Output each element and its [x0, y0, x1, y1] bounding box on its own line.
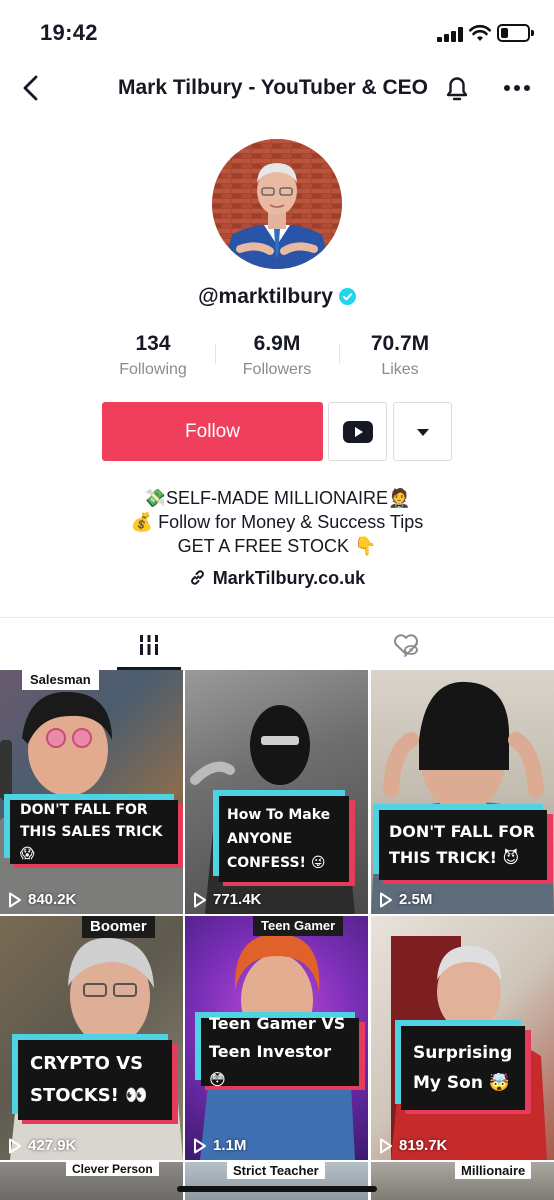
video-tile[interactable]: Strict Teacher — [185, 1162, 368, 1200]
video-tile[interactable]: Surprising My Son 🤯 819.7K — [371, 916, 554, 1160]
play-count-value: 1.1M — [213, 1137, 247, 1154]
likes-count: 70.7M — [370, 332, 430, 355]
nav-bar: Mark Tilbury - YouTuber & CEO — [0, 62, 554, 114]
caption-line: STOCKS! 👀 — [30, 1085, 148, 1106]
video-tile[interactable]: Salesman DON'T FALL FOR THIS SALES TRICK… — [0, 670, 183, 914]
caption-line: THIS TRICK! 😈 — [389, 848, 520, 867]
followers-label: Followers — [242, 361, 312, 378]
avatar[interactable] — [212, 139, 342, 269]
stat-followers[interactable]: 6.9M Followers — [217, 332, 337, 379]
video-caption: CRYPTO VS STOCKS! 👀 — [18, 1040, 172, 1120]
youtube-icon — [342, 420, 373, 443]
video-tag: Boomer — [82, 916, 155, 938]
play-count-value: 771.4K — [213, 891, 262, 908]
video-caption: How To Make ANYONE CONFESS! 😜 — [219, 796, 349, 882]
video-caption: Surprising My Son 🤯 — [401, 1026, 525, 1110]
profile-photo — [212, 139, 342, 269]
status-bar: 19:42 — [0, 0, 554, 62]
bio: 💸SELF-MADE MILLIONAIRE🤵 💰 Follow for Mon… — [0, 486, 554, 558]
caption-line: Teen Investor 😳 — [209, 1042, 332, 1089]
youtube-link-button[interactable] — [328, 402, 387, 461]
caption-line: How To Make — [227, 807, 331, 823]
liked-hidden-heart-icon — [393, 633, 418, 657]
video-tile[interactable]: Millionaire — [371, 1162, 554, 1200]
video-tag: Teen Gamer — [253, 916, 344, 936]
username: @marktilbury — [198, 285, 333, 308]
home-indicator[interactable] — [177, 1186, 377, 1192]
play-icon — [9, 892, 21, 907]
follow-button[interactable]: Follow — [102, 402, 323, 461]
cellular-signal-icon — [437, 26, 463, 42]
play-icon — [380, 892, 392, 907]
tab-videos[interactable] — [10, 618, 287, 671]
bio-line: GET A FREE STOCK 👇 — [177, 536, 377, 556]
following-label: Following — [119, 361, 187, 378]
video-tag: Salesman — [22, 670, 99, 690]
video-thumbnail-figure — [0, 691, 183, 914]
video-tile[interactable]: DON'T FALL FOR THIS TRICK! 😈 2.5M — [371, 670, 554, 914]
suggested-accounts-dropdown-button[interactable] — [393, 402, 452, 461]
play-icon — [194, 1138, 206, 1153]
status-time: 19:42 — [40, 20, 98, 45]
videos-grid-icon — [137, 634, 160, 655]
bio-link[interactable]: MarkTilbury.co.uk — [0, 568, 554, 589]
video-tile[interactable]: Boomer CRYPTO VS STOCKS! 👀 427.9K — [0, 916, 183, 1160]
play-count: 1.1M — [193, 1137, 246, 1154]
tab-liked[interactable] — [267, 618, 544, 671]
play-count-value: 819.7K — [399, 1137, 448, 1154]
following-count: 134 — [135, 332, 171, 355]
profile-tabs — [0, 617, 554, 670]
video-tile[interactable]: How To Make ANYONE CONFESS! 😜 771.4K — [185, 670, 368, 914]
notification-bell-button[interactable] — [442, 72, 472, 104]
caption-line: CRYPTO VS — [30, 1053, 144, 1074]
bio-line: 💰 Follow for Money & Success Tips — [130, 512, 424, 532]
video-tag: Strict Teacher — [227, 1162, 325, 1179]
play-icon — [194, 892, 206, 907]
link-icon — [190, 570, 204, 585]
battery-icon — [497, 24, 534, 42]
video-tag: Clever Person — [66, 1162, 159, 1176]
caption-line: DON'T FALL FOR — [389, 822, 535, 841]
play-count-value: 427.9K — [28, 1137, 77, 1154]
bio-line: 💸SELF-MADE MILLIONAIRE🤵 — [143, 488, 411, 508]
caption-line: CONFESS! 😜 — [227, 855, 326, 871]
play-count-value: 2.5M — [399, 891, 433, 908]
bio-link-text: MarkTilbury.co.uk — [212, 568, 366, 588]
more-options-button[interactable] — [500, 72, 534, 104]
followers-count: 6.9M — [253, 332, 301, 355]
wifi-icon — [469, 24, 491, 41]
video-grid: Salesman DON'T FALL FOR THIS SALES TRICK… — [0, 670, 554, 1200]
caption-line: THIS SALES TRICK😱 — [20, 824, 163, 862]
play-count: 2.5M — [379, 891, 432, 908]
caption-line: My Son 🤯 — [413, 1073, 511, 1093]
username-row: @marktilbury — [0, 285, 554, 309]
play-count-value: 840.2K — [28, 891, 77, 908]
stat-divider — [215, 344, 216, 364]
video-tile[interactable]: Teen Gamer Teen Gamer VS Teen Investor 😳… — [185, 916, 368, 1160]
caption-line: Teen Gamer VS — [209, 1014, 346, 1033]
play-icon — [380, 1138, 392, 1153]
bell-icon — [446, 77, 468, 101]
caption-line: Surprising — [413, 1043, 513, 1063]
stat-following[interactable]: 134 Following — [93, 332, 213, 379]
play-count: 819.7K — [379, 1137, 447, 1154]
likes-label: Likes — [381, 361, 419, 378]
video-tag: Millionaire — [455, 1162, 532, 1179]
caption-line: ANYONE — [227, 831, 293, 847]
ellipsis-icon — [504, 85, 530, 91]
video-caption: DON'T FALL FOR THIS TRICK! 😈 — [379, 810, 547, 880]
play-icon — [9, 1138, 21, 1153]
caret-down-icon — [416, 428, 429, 436]
play-count: 771.4K — [193, 891, 261, 908]
verified-badge-icon — [338, 288, 356, 305]
profile-stats: 134 Following 6.9M Followers 70.7M Likes — [0, 332, 554, 382]
stat-likes[interactable]: 70.7M Likes — [340, 332, 460, 379]
video-tile[interactable]: Clever Person — [0, 1162, 183, 1200]
video-caption: Teen Gamer VS Teen Investor 😳 — [201, 1014, 359, 1089]
play-count: 840.2K — [8, 891, 76, 908]
caption-line: DON'T FALL FOR — [20, 802, 148, 818]
play-count: 427.9K — [8, 1137, 76, 1154]
video-caption: DON'T FALL FOR THIS SALES TRICK😱 — [10, 800, 178, 864]
